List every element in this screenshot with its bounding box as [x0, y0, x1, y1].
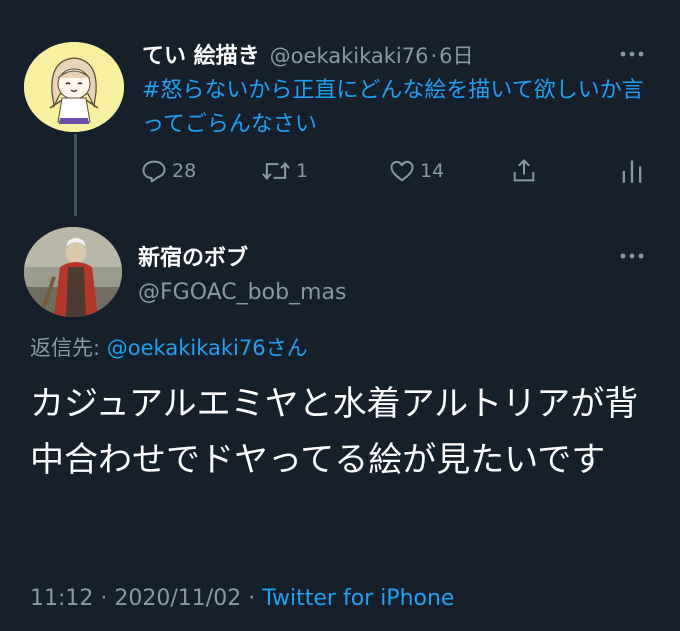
avatar-illustration-icon [24, 42, 124, 132]
reply-to-mention[interactable]: @oekakikaki76さん [107, 336, 308, 360]
like-button[interactable]: 14 [388, 154, 444, 188]
more-icon[interactable] [612, 42, 652, 66]
like-count: 14 [420, 160, 445, 182]
share-button[interactable] [510, 154, 538, 188]
main-tweet-text: カジュアルエミヤと水着アルトリアが背中合わせでドヤってる絵が見たいです [30, 384, 639, 480]
like-icon [390, 160, 414, 182]
avatar[interactable] [24, 227, 122, 317]
thread-connector-line [74, 134, 77, 216]
parent-display-name[interactable]: てい 絵描き [142, 38, 260, 70]
analytics-button[interactable] [620, 154, 644, 188]
parent-timestamp[interactable]: 6日 [439, 40, 473, 70]
parent-handle[interactable]: @oekakikaki76 [270, 44, 429, 68]
parent-tweet-text[interactable]: #怒らないから正直にどんな絵を描いて欲しいか言ってごらんなさい [142, 74, 652, 142]
tweet-action-bar: 28 1 14 [140, 154, 660, 188]
reply-to-label: 返信先: [30, 336, 101, 360]
separator-dot: · [430, 44, 438, 68]
tweet-metadata: 11:12 · 2020/11/02 · Twitter for iPhone [30, 586, 454, 611]
reply-to-line: 返信先: @oekakikaki76さん [30, 332, 308, 362]
main-tweet-header: 新宿のボブ @FGOAC_bob_mas [138, 240, 346, 305]
avatar[interactable] [24, 42, 124, 132]
share-icon [513, 159, 535, 182]
tweet-date[interactable]: 2020/11/02 [114, 586, 241, 611]
retweet-count: 1 [296, 160, 309, 182]
tweet-time[interactable]: 11:12 [30, 586, 93, 611]
avatar-illustration-icon [24, 227, 122, 317]
reply-button[interactable]: 28 [140, 154, 196, 188]
reply-icon [142, 160, 166, 183]
reply-count: 28 [172, 160, 197, 182]
analytics-icon [622, 160, 642, 183]
retweet-icon [262, 162, 290, 180]
retweet-button[interactable]: 1 [260, 154, 308, 188]
tweet-thread: てい 絵描き @oekakikaki76 · 6日 #怒らないから正直にどんな絵… [0, 0, 680, 631]
separator-dot: · [248, 586, 256, 611]
tweet-source[interactable]: Twitter for iPhone [262, 586, 454, 611]
more-icon[interactable] [612, 244, 652, 268]
main-handle[interactable]: @FGOAC_bob_mas [138, 280, 346, 305]
separator-dot: · [100, 586, 108, 611]
main-display-name[interactable]: 新宿のボブ [138, 240, 346, 272]
parent-tweet-header: てい 絵描き @oekakikaki76 · 6日 [142, 38, 474, 70]
